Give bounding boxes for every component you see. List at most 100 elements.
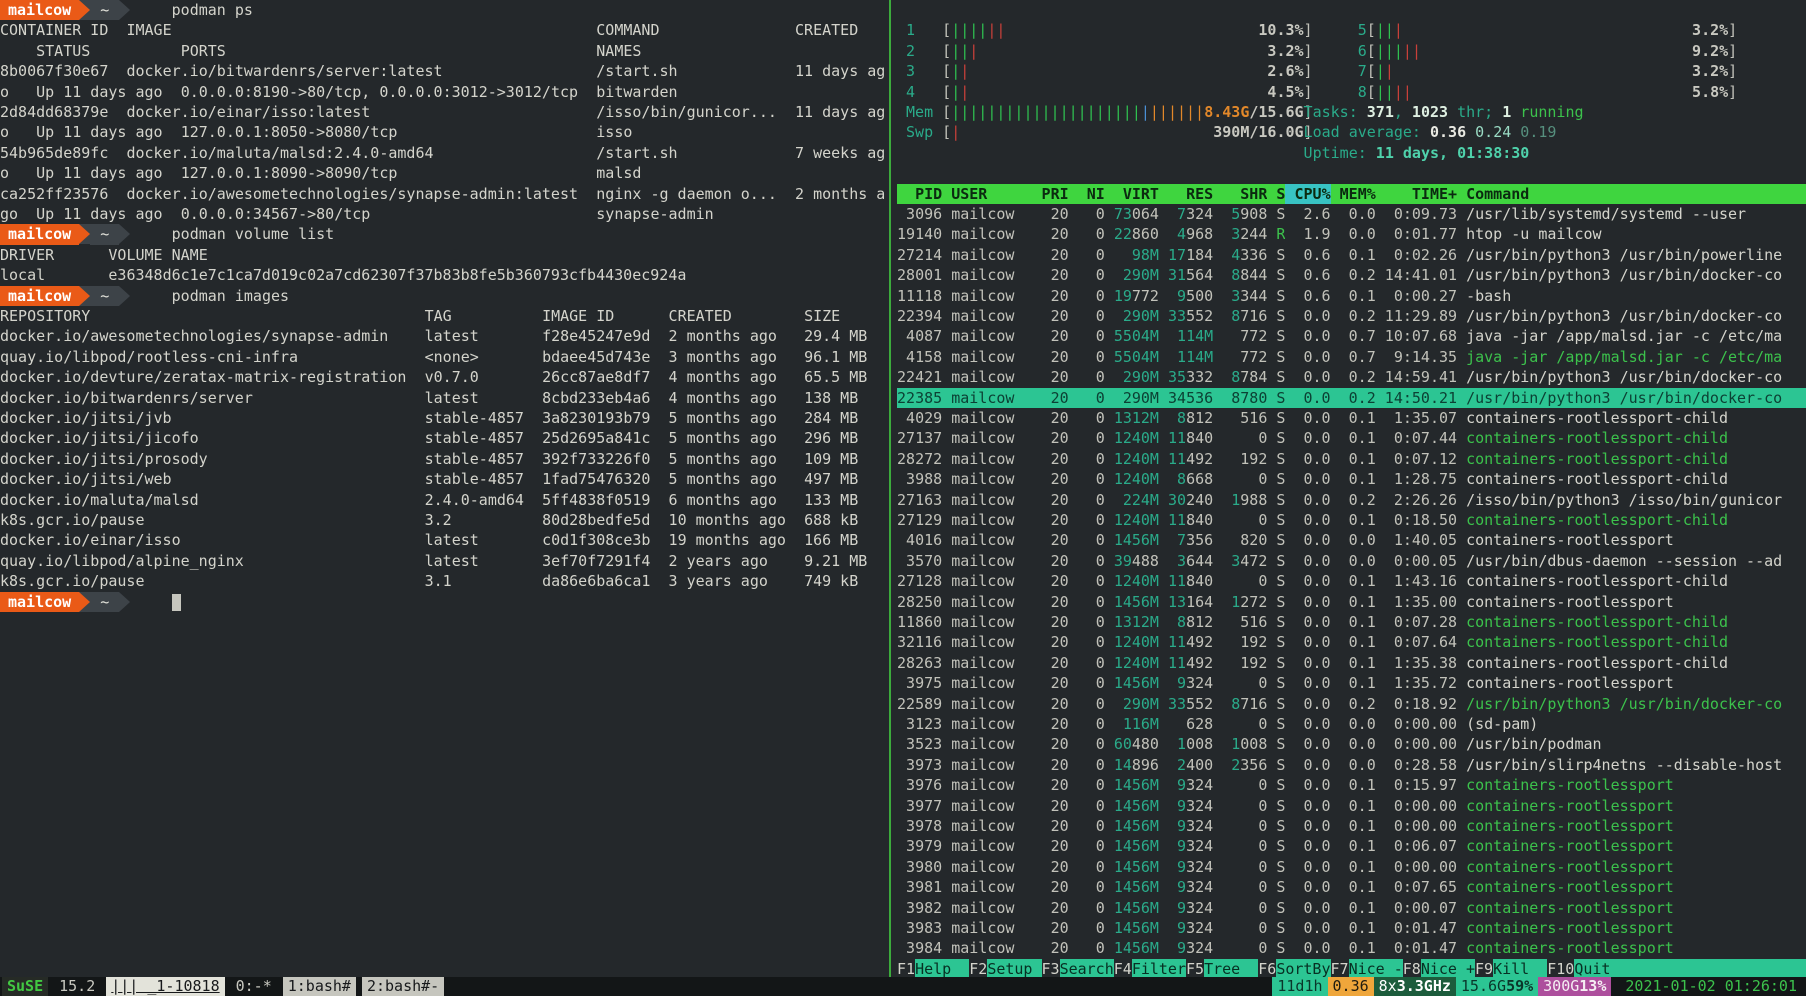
output-line: k8s.gcr.io/pause3.1da86e6ba6ca13 years a… — [0, 571, 890, 591]
process-row[interactable]: 3984 mailcow20 0 1456M 9324 0 S 0.0 0.1 … — [897, 938, 1806, 958]
typed-command: podman ps — [172, 0, 253, 20]
process-row[interactable]: 3982 mailcow20 0 1456M 9324 0 S 0.0 0.1 … — [897, 898, 1806, 918]
fkey-f1[interactable]: F1 — [897, 959, 915, 979]
process-row[interactable]: 4158 mailcow20 0 5504M 114M 772 S 0.0 0.… — [897, 347, 1806, 367]
column-header-res[interactable]: RES — [1168, 184, 1213, 204]
output-line: oUp 11 days ago127.0.0.1:8050->8080/tcpi… — [0, 122, 890, 142]
fkey-f6[interactable]: F6 — [1258, 959, 1276, 979]
column-header-cpu[interactable]: CPU% — [1285, 184, 1330, 204]
fkey-label-nice[interactable]: Nice - — [1349, 959, 1403, 979]
process-table-header: PID USERPRI NI VIRT RES SHR SCPU% MEM% T… — [897, 184, 1806, 204]
process-row[interactable]: 28263 mailcow20 0 1240M 11492 192 S 0.0 … — [897, 653, 1806, 673]
process-row[interactable]: 3975 mailcow20 0 1456M 9324 0 S 0.0 0.1 … — [897, 673, 1806, 693]
column-header-command[interactable]: Command — [1466, 184, 1647, 204]
process-command: /usr/bin/python3 /usr/bin/powerline — [1466, 246, 1782, 264]
process-row[interactable]: 19140 mailcow20 0 22860 4968 3244 R 1.9 … — [897, 224, 1806, 244]
tmux-pane-htop[interactable]: 1[||||||10.3%]5[|||3.2%]2[|||3.2%]6[||||… — [897, 0, 1806, 979]
tmux-window-item[interactable]: 1:bash# — [283, 977, 356, 996]
process-row[interactable]: 3983 mailcow20 0 1456M 9324 0 S 0.0 0.1 … — [897, 918, 1806, 938]
process-row[interactable]: 4029 mailcow20 0 1312M 8812 516 S 0.0 0.… — [897, 408, 1806, 428]
column-header-ni[interactable]: NI — [1078, 184, 1105, 204]
process-command: containers-rootlessport-child — [1466, 511, 1728, 529]
process-row[interactable]: 27129 mailcow20 0 1240M 11840 0 S 0.0 0.… — [897, 510, 1806, 530]
process-row[interactable]: 3979 mailcow20 0 1456M 9324 0 S 0.0 0.1 … — [897, 836, 1806, 856]
process-row[interactable]: 27137 mailcow20 0 1240M 11840 0 S 0.0 0.… — [897, 428, 1806, 448]
process-row[interactable]: 28272 mailcow20 0 1240M 11492 192 S 0.0 … — [897, 449, 1806, 469]
fkey-label-help[interactable]: Help — [915, 959, 969, 979]
process-row[interactable]: 22394 mailcow20 0 290M 33552 8716 S 0.0 … — [897, 306, 1806, 326]
column-header-pid[interactable]: PID — [897, 184, 942, 204]
process-row[interactable]: 3523 mailcow20 0 60480 1008 1008 S 0.0 0… — [897, 734, 1806, 754]
process-row[interactable]: 3988 mailcow20 0 1240M 8668 0 S 0.0 0.1 … — [897, 469, 1806, 489]
process-row[interactable]: 3123 mailcow20 0 116M 628 0 S 0.0 0.0 0:… — [897, 714, 1806, 734]
shell-prompt-line: mailcow~ — [0, 592, 890, 612]
output-line: 8b0067f30e67docker.io/bitwardenrs/server… — [0, 61, 890, 81]
status-segment: 8x3.3GHz — [1374, 977, 1456, 996]
terminal-screen: mailcow~podman psCONTAINER IDIMAGECOMMAN… — [0, 0, 1806, 996]
powerline-arrow-icon — [119, 0, 130, 20]
process-row[interactable]: 3973 mailcow20 0 14896 2400 2356 S 0.0 0… — [897, 755, 1806, 775]
load-average: Load average: 0.36 0.24 0.19 — [1304, 122, 1557, 142]
process-row[interactable]: 22421 mailcow20 0 290M 35332 8784 S 0.0 … — [897, 367, 1806, 387]
mem-meter: ||||||||||||||||||||||||||||8.43G/15.6G — [951, 102, 1303, 122]
fkey-f2[interactable]: F2 — [969, 959, 987, 979]
process-row[interactable]: 28250 mailcow20 0 1456M 13164 1272 S 0.0… — [897, 592, 1806, 612]
process-row[interactable]: 3977 mailcow20 0 1456M 9324 0 S 0.0 0.1 … — [897, 796, 1806, 816]
process-row[interactable]: 4087 mailcow20 0 5504M 114M 772 S 0.0 0.… — [897, 326, 1806, 346]
process-row[interactable]: 27163 mailcow20 0 224M 30240 1988 S 0.0 … — [897, 490, 1806, 510]
process-row[interactable]: 3570 mailcow20 0 39488 3644 3472 S 0.0 0… — [897, 551, 1806, 571]
process-row[interactable]: 11860 mailcow20 0 1312M 8812 516 S 0.0 0… — [897, 612, 1806, 632]
fkey-f10[interactable]: F10 — [1547, 959, 1574, 979]
process-row[interactable]: 28001 mailcow20 0 290M 31564 8844 S 0.6 … — [897, 265, 1806, 285]
terminal-cursor[interactable] — [172, 594, 181, 611]
process-row[interactable]: 22385 mailcow20 0 290M 34536 8780 S 0.0 … — [897, 388, 1806, 408]
process-row[interactable]: 27128 mailcow20 0 1240M 11840 0 S 0.0 0.… — [897, 571, 1806, 591]
process-command: htop -u mailcow — [1466, 225, 1601, 243]
fkey-label-search[interactable]: Search — [1060, 959, 1114, 979]
column-header-shr[interactable]: SHR — [1222, 184, 1267, 204]
fkey-label-setup[interactable]: Setup — [987, 959, 1041, 979]
process-command: containers-rootlessport-child — [1466, 654, 1728, 672]
output-line: docker.io/maluta/malsd2.4.0-amd645ff4838… — [0, 490, 890, 510]
fkey-f4[interactable]: F4 — [1114, 959, 1132, 979]
process-row[interactable]: 3096 mailcow20 0 73064 7324 5908 S 2.6 0… — [897, 204, 1806, 224]
fkey-label-filter[interactable]: Filter — [1132, 959, 1186, 979]
fkey-f7[interactable]: F7 — [1331, 959, 1349, 979]
process-row[interactable]: 3978 mailcow20 0 1456M 9324 0 S 0.0 0.1 … — [897, 816, 1806, 836]
column-header-user[interactable]: USER — [951, 184, 1041, 204]
prompt-path-chip: ~ — [90, 592, 119, 612]
fkey-label-kill[interactable]: Kill — [1493, 959, 1547, 979]
column-header-s[interactable]: S — [1276, 184, 1285, 204]
tmux-pane-divider[interactable] — [889, 0, 891, 979]
process-row[interactable]: 3980 mailcow20 0 1456M 9324 0 S 0.0 0.1 … — [897, 857, 1806, 877]
column-header-virt[interactable]: VIRT — [1114, 184, 1159, 204]
fkey-f5[interactable]: F5 — [1186, 959, 1204, 979]
fkey-f8[interactable]: F8 — [1403, 959, 1421, 979]
process-row[interactable]: 3976 mailcow20 0 1456M 9324 0 S 0.0 0.1 … — [897, 775, 1806, 795]
cpu-meter-row: 3[||2.6%]7[||3.2%] — [897, 61, 1806, 81]
tmux-pane-shell[interactable]: mailcow~podman psCONTAINER IDIMAGECOMMAN… — [0, 0, 890, 979]
tmux-window-item[interactable]: 2:bash#- — [362, 977, 444, 996]
fkey-label-quit[interactable]: Quit — [1574, 959, 1628, 979]
process-command: /usr/bin/python3 /usr/bin/docker-co — [1466, 266, 1782, 284]
process-command: (sd-pam) — [1466, 715, 1538, 733]
process-command: /usr/bin/podman — [1466, 735, 1601, 753]
process-row[interactable]: 4016 mailcow20 0 1456M 7356 820 S 0.0 0.… — [897, 530, 1806, 550]
process-row[interactable]: 11118 mailcow20 0 19772 9500 3344 S 0.6 … — [897, 286, 1806, 306]
column-header-time[interactable]: TIME+ — [1385, 184, 1457, 204]
fkey-f3[interactable]: F3 — [1042, 959, 1060, 979]
process-row[interactable]: 27214 mailcow20 0 98M 17184 4336 S 0.6 0… — [897, 245, 1806, 265]
fkey-label-tree[interactable]: Tree — [1204, 959, 1258, 979]
process-row[interactable]: 22589 mailcow20 0 290M 33552 8716 S 0.0 … — [897, 694, 1806, 714]
output-line: docker.io/jitsi/jicofostable-485725d2695… — [0, 428, 890, 448]
mem-tasks-row: Mem[||||||||||||||||||||||||||||8.43G/15… — [897, 102, 1806, 122]
fkey-label-sortby[interactable]: SortBy — [1276, 959, 1330, 979]
process-row[interactable]: 32116 mailcow20 0 1240M 11492 192 S 0.0 … — [897, 632, 1806, 652]
fkey-f9[interactable]: F9 — [1475, 959, 1493, 979]
prompt-host-chip: mailcow — [0, 0, 79, 20]
fkey-label-nice[interactable]: Nice + — [1421, 959, 1475, 979]
column-header-mem[interactable]: MEM% — [1340, 184, 1376, 204]
column-header-pri[interactable]: PRI — [1042, 184, 1069, 204]
function-bar-filler — [1629, 959, 1806, 979]
process-row[interactable]: 3981 mailcow20 0 1456M 9324 0 S 0.0 0.1 … — [897, 877, 1806, 897]
